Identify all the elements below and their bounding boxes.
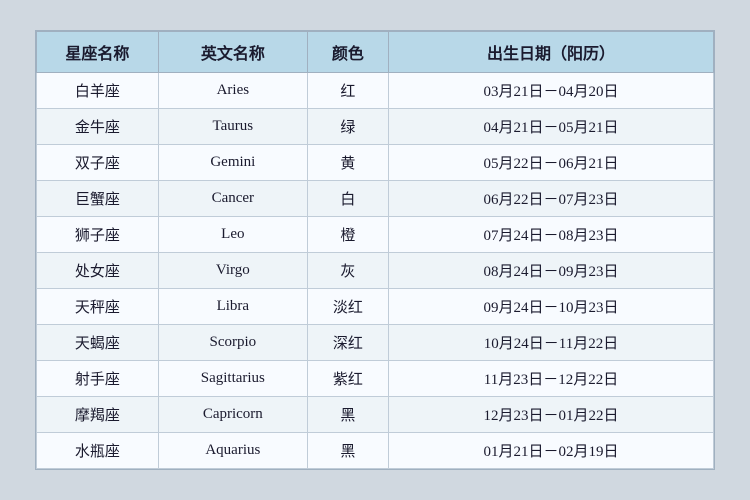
cell-english: Cancer: [158, 181, 307, 217]
cell-date: 05月22日－06月21日: [389, 145, 714, 181]
zodiac-table-container: 星座名称 英文名称 颜色 出生日期（阳历） 白羊座Aries红03月21日－04…: [35, 30, 715, 470]
cell-english: Scorpio: [158, 325, 307, 361]
cell-color: 黑: [307, 433, 388, 469]
cell-color: 红: [307, 73, 388, 109]
cell-color: 淡红: [307, 289, 388, 325]
header-color: 颜色: [307, 32, 388, 73]
cell-chinese: 白羊座: [37, 73, 159, 109]
table-row: 处女座Virgo灰08月24日－09月23日: [37, 253, 714, 289]
cell-date: 03月21日－04月20日: [389, 73, 714, 109]
cell-chinese: 摩羯座: [37, 397, 159, 433]
header-date: 出生日期（阳历）: [389, 32, 714, 73]
cell-color: 白: [307, 181, 388, 217]
cell-chinese: 处女座: [37, 253, 159, 289]
cell-date: 12月23日－01月22日: [389, 397, 714, 433]
table-row: 摩羯座Capricorn黑12月23日－01月22日: [37, 397, 714, 433]
cell-color: 黄: [307, 145, 388, 181]
cell-date: 04月21日－05月21日: [389, 109, 714, 145]
table-row: 天蝎座Scorpio深红10月24日－11月22日: [37, 325, 714, 361]
cell-english: Capricorn: [158, 397, 307, 433]
cell-english: Virgo: [158, 253, 307, 289]
table-row: 狮子座Leo橙07月24日－08月23日: [37, 217, 714, 253]
cell-english: Aquarius: [158, 433, 307, 469]
cell-chinese: 金牛座: [37, 109, 159, 145]
cell-english: Libra: [158, 289, 307, 325]
cell-english: Leo: [158, 217, 307, 253]
table-row: 双子座Gemini黄05月22日－06月21日: [37, 145, 714, 181]
table-header-row: 星座名称 英文名称 颜色 出生日期（阳历）: [37, 32, 714, 73]
cell-date: 09月24日－10月23日: [389, 289, 714, 325]
cell-chinese: 巨蟹座: [37, 181, 159, 217]
cell-chinese: 双子座: [37, 145, 159, 181]
table-row: 射手座Sagittarius紫红11月23日－12月22日: [37, 361, 714, 397]
table-row: 巨蟹座Cancer白06月22日－07月23日: [37, 181, 714, 217]
table-row: 天秤座Libra淡红09月24日－10月23日: [37, 289, 714, 325]
cell-date: 08月24日－09月23日: [389, 253, 714, 289]
cell-date: 11月23日－12月22日: [389, 361, 714, 397]
cell-color: 橙: [307, 217, 388, 253]
cell-date: 06月22日－07月23日: [389, 181, 714, 217]
cell-color: 绿: [307, 109, 388, 145]
cell-english: Aries: [158, 73, 307, 109]
cell-english: Sagittarius: [158, 361, 307, 397]
cell-color: 深红: [307, 325, 388, 361]
cell-color: 灰: [307, 253, 388, 289]
header-chinese: 星座名称: [37, 32, 159, 73]
cell-chinese: 天蝎座: [37, 325, 159, 361]
cell-chinese: 水瓶座: [37, 433, 159, 469]
cell-date: 07月24日－08月23日: [389, 217, 714, 253]
cell-chinese: 天秤座: [37, 289, 159, 325]
cell-english: Gemini: [158, 145, 307, 181]
cell-color: 紫红: [307, 361, 388, 397]
table-row: 白羊座Aries红03月21日－04月20日: [37, 73, 714, 109]
table-row: 水瓶座Aquarius黑01月21日－02月19日: [37, 433, 714, 469]
cell-chinese: 射手座: [37, 361, 159, 397]
table-row: 金牛座Taurus绿04月21日－05月21日: [37, 109, 714, 145]
cell-date: 01月21日－02月19日: [389, 433, 714, 469]
cell-date: 10月24日－11月22日: [389, 325, 714, 361]
cell-chinese: 狮子座: [37, 217, 159, 253]
cell-english: Taurus: [158, 109, 307, 145]
cell-color: 黑: [307, 397, 388, 433]
zodiac-table: 星座名称 英文名称 颜色 出生日期（阳历） 白羊座Aries红03月21日－04…: [36, 31, 714, 469]
header-english: 英文名称: [158, 32, 307, 73]
